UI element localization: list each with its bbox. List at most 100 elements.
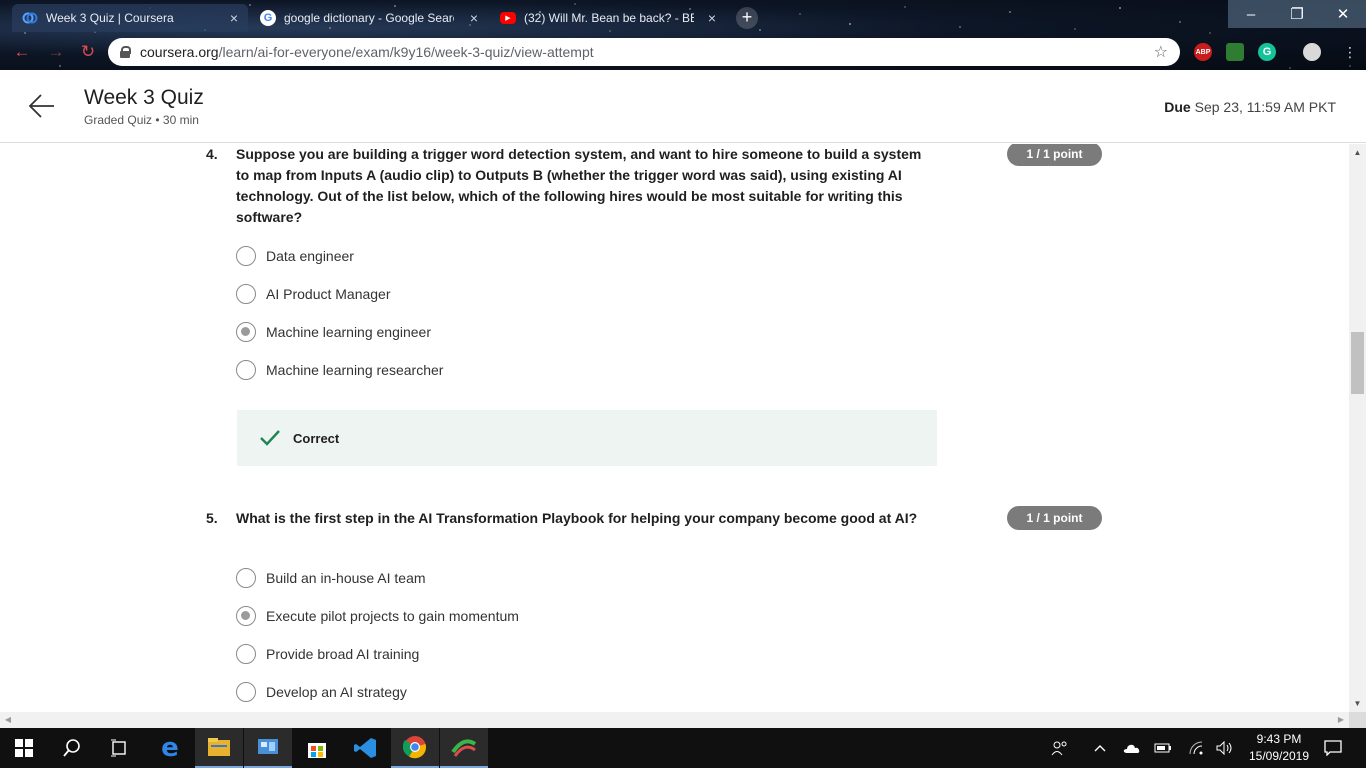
url-path: /learn/ai-for-everyone/exam/k9y16/week-3… (218, 44, 594, 60)
due-value: Sep 23, 11:59 AM PKT (1194, 99, 1336, 115)
radio-button-selected[interactable] (236, 606, 256, 626)
answer-option[interactable]: Machine learning engineer (236, 321, 431, 343)
radio-button-selected[interactable] (236, 322, 256, 342)
vscode-icon[interactable] (342, 728, 390, 768)
option-label: Machine learning engineer (266, 324, 431, 340)
points-badge: 1 / 1 point (1007, 144, 1102, 166)
forward-icon[interactable]: → (46, 42, 66, 62)
option-label: Provide broad AI training (266, 646, 420, 662)
scroll-left-arrow-icon[interactable]: ◀ (0, 712, 16, 728)
notifications-icon[interactable] (1320, 728, 1346, 768)
answer-option[interactable]: Build an in-house AI team (236, 567, 426, 589)
profile-avatar-icon[interactable] (1303, 43, 1321, 61)
tab-label: Week 3 Quiz | Coursera (46, 11, 174, 25)
close-tab-icon[interactable]: × (708, 10, 716, 26)
answer-option[interactable]: Data engineer (236, 245, 354, 267)
due-label: Due (1164, 99, 1191, 115)
tab-week-3-quiz[interactable]: Week 3 Quiz | Coursera × (12, 4, 248, 32)
scroll-right-arrow-icon[interactable]: ▶ (1333, 712, 1349, 728)
answer-option[interactable]: Develop an AI strategy (236, 681, 407, 703)
store-icon[interactable] (293, 728, 341, 768)
menu-dots-icon[interactable]: ⋮ (1340, 42, 1360, 62)
question-number: 5. (206, 510, 218, 526)
youtube-icon: ▶ (500, 12, 516, 24)
onedrive-icon[interactable] (1120, 728, 1142, 768)
due-date: Due Sep 23, 11:59 AM PKT (1164, 99, 1336, 115)
close-window-button[interactable]: ✕ (1320, 0, 1366, 28)
feedback-label: Correct (293, 430, 340, 446)
tab-google-dictionary[interactable]: G google dictionary - Google Searc × (250, 4, 488, 32)
tab-strip: Week 3 Quiz | Coursera × G google dictio… (0, 0, 1366, 34)
maximize-button[interactable]: ❐ (1274, 0, 1320, 28)
wifi-icon[interactable] (1186, 728, 1208, 768)
vertical-scrollbar[interactable]: ▲ ▼ (1349, 144, 1366, 712)
option-label: Execute pilot projects to gain momentum (266, 608, 519, 624)
clock-time: 9:43 PM (1256, 732, 1302, 746)
scroll-down-arrow-icon[interactable]: ▼ (1349, 695, 1366, 712)
question-text: What is the first step in the AI Transfo… (236, 510, 918, 526)
chrome-icon[interactable] (391, 728, 439, 768)
close-tab-icon[interactable]: × (230, 10, 238, 26)
adblock-plus-icon[interactable]: ABP (1194, 43, 1212, 61)
option-label: Develop an AI strategy (266, 684, 407, 700)
volume-icon[interactable] (1214, 728, 1236, 768)
new-tab-button[interactable]: + (736, 7, 758, 29)
search-icon[interactable] (48, 728, 96, 768)
quiz-header: Week 3 Quiz Graded Quiz • 30 min Due Sep… (0, 70, 1366, 143)
people-icon[interactable] (1048, 728, 1072, 768)
radio-button[interactable] (236, 644, 256, 664)
tab-label: (32) Will Mr. Bean be back? - BB( (524, 11, 694, 25)
radio-button[interactable] (236, 568, 256, 588)
tab-mr-bean[interactable]: ▶ (32) Will Mr. Bean be back? - BB( × (490, 4, 726, 32)
option-label: Build an in-house AI team (266, 570, 426, 586)
page-title: Week 3 Quiz (84, 86, 204, 109)
windows-start-icon[interactable] (0, 728, 48, 768)
scrollbar-corner (1349, 712, 1366, 728)
taskbar-clock[interactable]: 9:43 PM 15/09/2019 (1240, 731, 1318, 765)
quiz-content: 4. Suppose you are building a trigger wo… (0, 144, 1349, 712)
radio-button[interactable] (236, 246, 256, 266)
address-bar[interactable]: coursera.org/learn/ai-for-everyone/exam/… (108, 38, 1180, 66)
option-label: AI Product Manager (266, 286, 391, 302)
quiz-subtitle: Graded Quiz • 30 min (84, 113, 199, 127)
answer-option[interactable]: Execute pilot projects to gain momentum (236, 605, 519, 627)
question-number: 4. (206, 146, 218, 162)
scroll-up-arrow-icon[interactable]: ▲ (1349, 144, 1366, 161)
horizontal-scrollbar[interactable]: ◀ ▶ (0, 712, 1349, 728)
answer-option[interactable]: Provide broad AI training (236, 643, 419, 665)
task-view-icon[interactable] (96, 728, 144, 768)
back-arrow-icon[interactable] (28, 92, 56, 120)
windows-taskbar: e 9:43 PM 15/09/2019 (0, 728, 1366, 768)
battery-icon[interactable] (1152, 728, 1174, 768)
answer-option[interactable]: AI Product Manager (236, 283, 391, 305)
url-text: coursera.org/learn/ai-for-everyone/exam/… (140, 44, 1144, 60)
radio-button[interactable] (236, 360, 256, 380)
tab-label: google dictionary - Google Searc (284, 11, 454, 25)
edge-icon[interactable]: e (146, 728, 194, 768)
file-explorer-icon[interactable] (195, 728, 243, 768)
close-tab-icon[interactable]: × (470, 10, 478, 26)
url-host: coursera.org (140, 44, 219, 60)
chevron-up-icon[interactable] (1090, 728, 1110, 768)
coursera-icon (22, 10, 38, 26)
radio-button[interactable] (236, 682, 256, 702)
minimize-button[interactable]: – (1228, 0, 1274, 28)
control-panel-icon[interactable] (244, 728, 292, 768)
bookmark-star-icon[interactable]: ☆ (1154, 42, 1168, 62)
google-icon: G (260, 10, 276, 26)
radio-button[interactable] (236, 284, 256, 304)
browser-chrome: Week 3 Quiz | Coursera × G google dictio… (0, 0, 1366, 70)
back-icon[interactable]: ← (12, 42, 32, 62)
clock-date: 15/09/2019 (1248, 749, 1310, 763)
option-label: Data engineer (266, 248, 354, 264)
extension-icon[interactable] (1226, 43, 1244, 61)
browser-toolbar: ← → ↻ coursera.org/learn/ai-for-everyone… (0, 36, 1366, 68)
lock-icon (120, 46, 131, 58)
grammarly-icon[interactable]: G (1258, 43, 1276, 61)
question-text: Suppose you are building a trigger word … (236, 146, 922, 225)
reload-icon[interactable]: ↻ (78, 42, 98, 62)
app-icon[interactable] (440, 728, 488, 768)
answer-option[interactable]: Machine learning researcher (236, 359, 443, 381)
option-label: Machine learning researcher (266, 362, 444, 378)
scrollbar-thumb[interactable] (1351, 332, 1364, 394)
